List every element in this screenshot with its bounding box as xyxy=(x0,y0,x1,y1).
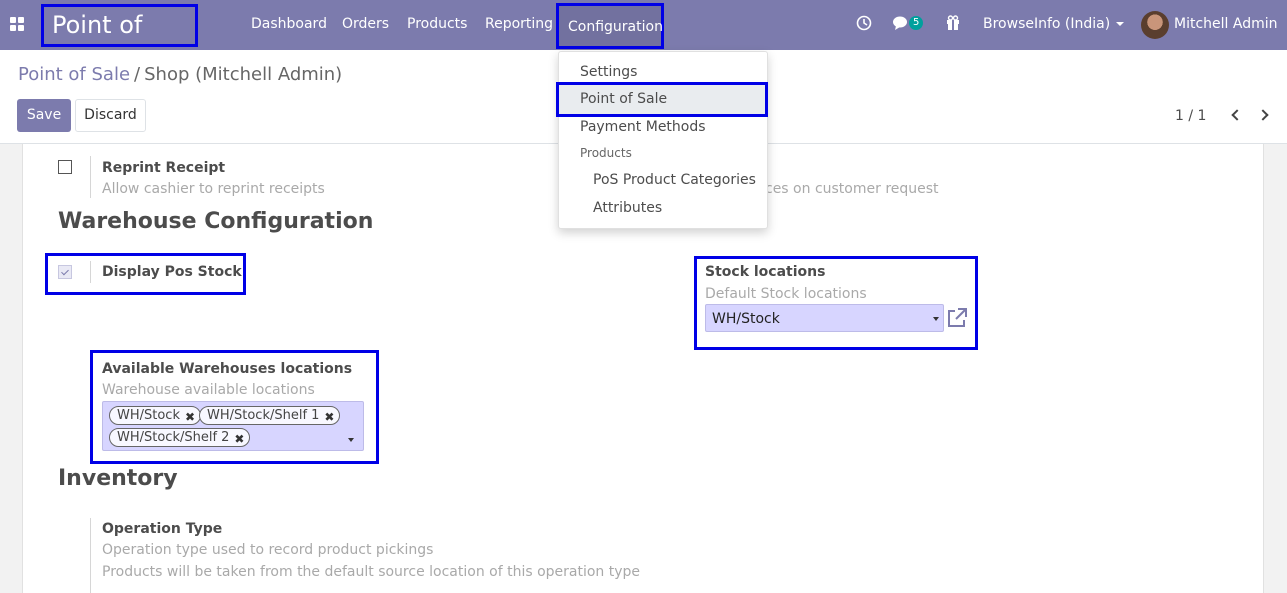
breadcrumb-separator: / xyxy=(134,64,141,85)
avatar[interactable] xyxy=(1141,11,1169,39)
pager-value[interactable]: 1 / 1 xyxy=(1175,108,1206,124)
save-button[interactable]: Save xyxy=(17,99,71,132)
stock-locations-help: Default Stock locations xyxy=(705,286,867,302)
stock-location-select[interactable]: WH/Stock xyxy=(705,304,944,332)
chevron-down-icon xyxy=(1116,22,1125,26)
operation-type-title: Operation Type xyxy=(102,521,223,537)
chevron-down-icon[interactable] xyxy=(348,438,354,442)
dropdown-section-products: Products xyxy=(580,146,632,160)
field-divider xyxy=(90,156,91,198)
reprint-receipt-help: Allow cashier to reprint receipts xyxy=(102,181,325,197)
available-warehouses-help: Warehouse available locations xyxy=(102,382,315,398)
breadcrumb-current: Shop (Mitchell Admin) xyxy=(144,64,343,85)
breadcrumb-parent[interactable]: Point of Sale xyxy=(18,64,130,85)
hidden-field-help: ces on customer request xyxy=(765,181,939,197)
reprint-receipt-checkbox[interactable] xyxy=(58,160,72,174)
chevron-right-icon xyxy=(1257,109,1269,121)
reprint-receipt-title: Reprint Receipt xyxy=(102,160,226,176)
scrollbar[interactable] xyxy=(1270,144,1287,593)
tag-label: WH/Stock/Shelf 1 xyxy=(207,408,320,423)
warehouse-section-title: Warehouse Configuration xyxy=(58,209,374,234)
chat-badge: 5 xyxy=(909,16,924,30)
breadcrumb: Point of Sale / Shop (Mitchell Admin) xyxy=(18,64,342,85)
app-brand[interactable]: Point of Sale xyxy=(41,4,198,76)
stock-locations-title: Stock locations xyxy=(705,264,826,280)
menu-reporting[interactable]: Reporting xyxy=(485,16,553,32)
tag-label: WH/Stock xyxy=(117,408,180,423)
display-pos-stock-title: Display Pos Stock xyxy=(102,264,242,280)
field-divider xyxy=(90,518,91,593)
tag-item: WH/Stock ✖ xyxy=(109,406,201,425)
available-warehouses-title: Available Warehouses locations xyxy=(102,361,353,377)
clock-icon[interactable] xyxy=(856,15,872,35)
pager-next-button[interactable] xyxy=(1257,106,1273,124)
inventory-section-title: Inventory xyxy=(58,466,178,491)
apps-menu-icon[interactable] xyxy=(10,17,24,31)
discard-button[interactable]: Discard xyxy=(75,99,146,132)
chevron-left-icon xyxy=(1231,109,1243,121)
dropdown-item-point-of-sale[interactable]: Point of Sale xyxy=(580,91,667,107)
tag-item: WH/Stock/Shelf 1 ✖ xyxy=(199,406,341,426)
remove-tag-icon[interactable]: ✖ xyxy=(234,431,244,448)
stock-location-value: WH/Stock xyxy=(712,311,780,327)
operation-type-help: Operation type used to record product pi… xyxy=(102,542,434,558)
operation-type-help-2: Products will be taken from the default … xyxy=(102,564,641,580)
chevron-down-icon xyxy=(933,317,939,321)
remove-tag-icon[interactable]: ✖ xyxy=(185,409,195,426)
menu-products[interactable]: Products xyxy=(407,16,467,32)
external-link-icon[interactable] xyxy=(946,307,968,329)
top-navbar: Point of Sale Dashboard Orders Products … xyxy=(0,0,1287,76)
tag-label: WH/Stock/Shelf 2 xyxy=(117,430,230,445)
dropdown-item-pos-product-categories[interactable]: PoS Product Categories xyxy=(593,172,756,188)
dropdown-item-settings[interactable]: Settings xyxy=(580,64,637,80)
menu-orders[interactable]: Orders xyxy=(342,16,389,32)
tag-item: WH/Stock/Shelf 2 ✖ xyxy=(109,428,251,448)
display-pos-stock-checkbox[interactable] xyxy=(58,265,72,279)
pager-previous-button[interactable] xyxy=(1230,106,1244,124)
menu-dashboard[interactable]: Dashboard xyxy=(251,16,327,32)
available-warehouses-field[interactable]: WH/Stock ✖ WH/Stock/Shelf 1 ✖ WH/Stock/She… xyxy=(102,401,364,451)
menu-configuration-label: Configuration xyxy=(568,19,663,35)
field-divider xyxy=(90,261,91,283)
company-switcher[interactable]: BrowseInfo (India) xyxy=(983,16,1125,32)
remove-tag-icon[interactable]: ✖ xyxy=(324,409,334,426)
company-name: BrowseInfo (India) xyxy=(983,16,1111,32)
user-menu[interactable]: Mitchell Admin xyxy=(1174,16,1278,32)
menu-configuration[interactable]: Configuration xyxy=(556,3,664,49)
dropdown-item-attributes[interactable]: Attributes xyxy=(593,200,662,216)
gift-icon[interactable] xyxy=(946,15,960,35)
dropdown-item-payment-methods[interactable]: Payment Methods xyxy=(580,119,706,135)
